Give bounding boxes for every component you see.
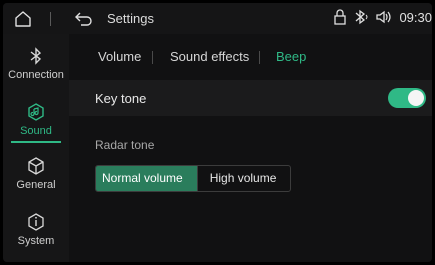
tab-sound-effects[interactable]: Sound effects (170, 49, 249, 64)
status-icons: 09:30 (333, 9, 432, 25)
tab-volume[interactable]: Volume (98, 49, 141, 64)
sidebar: Connection Sound General System (3, 34, 69, 262)
page-title: Settings (107, 11, 154, 26)
bluetooth-icon (30, 47, 42, 65)
clock-time: 09:30 (399, 9, 432, 25)
sidebar-item-sound[interactable]: Sound (3, 102, 69, 154)
sound-icon (28, 103, 44, 121)
toggle-knob (408, 90, 424, 106)
sidebar-item-label: General (16, 179, 56, 191)
sidebar-item-label: Connection (8, 69, 64, 81)
sidebar-item-system[interactable]: System (3, 212, 69, 262)
sidebar-item-connection[interactable]: Connection (3, 46, 69, 98)
normal-volume-option[interactable]: Normal volume (96, 166, 197, 191)
home-icon[interactable] (13, 9, 33, 29)
radar-tone-label: Radar tone (95, 138, 155, 152)
tab-beep[interactable]: Beep (276, 49, 306, 64)
cube-icon (28, 157, 44, 175)
sidebar-item-general[interactable]: General (3, 156, 69, 208)
sidebar-item-label: System (17, 235, 55, 247)
tab-bar: Volume Sound effects Beep (69, 34, 432, 80)
sidebar-item-label: Sound (20, 125, 52, 137)
bluetooth-icon (353, 9, 369, 25)
tab-divider (152, 51, 153, 64)
info-icon (28, 213, 44, 231)
high-volume-option[interactable]: High volume (196, 166, 291, 191)
screen: Settings 09:30 Connection Sound General … (3, 3, 432, 262)
active-indicator (11, 141, 61, 143)
statusbar-divider (50, 12, 51, 26)
key-tone-toggle[interactable] (388, 88, 426, 108)
radar-tone-selector: Normal volume High volume (95, 165, 292, 192)
content-panel: Volume Sound effects Beep Key tone Radar… (69, 34, 432, 262)
key-tone-label: Key tone (95, 91, 147, 106)
lock-icon (333, 9, 347, 25)
back-icon[interactable] (74, 10, 94, 28)
tab-divider (259, 51, 260, 64)
key-tone-row: Key tone (69, 80, 432, 116)
volume-icon (375, 9, 393, 25)
status-bar: Settings 09:30 (3, 3, 432, 34)
